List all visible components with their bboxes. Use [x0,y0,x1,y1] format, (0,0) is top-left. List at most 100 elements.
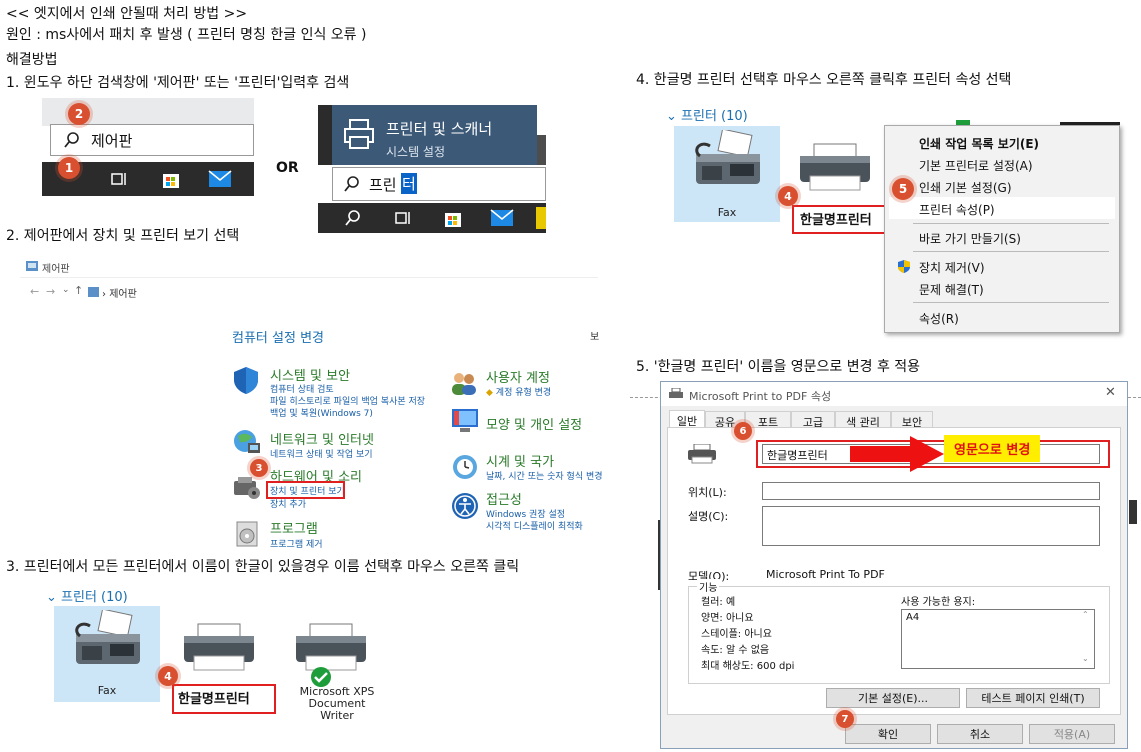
step4-text: 4. 한글명 프린터 선택후 마우스 오른쪽 클릭후 프린터 속성 선택 [636,72,1012,88]
address-text[interactable]: › 제어판 [102,285,137,300]
search-box-left[interactable]: 제어판 [50,124,254,156]
comment-label: 설명(C): [688,510,729,523]
cp-user-accounts[interactable]: 사용자 계정 [486,367,550,386]
highlight-box [172,684,276,714]
printing-preferences-button[interactable]: 기본 설정(E)... [826,688,960,708]
cp-address-bar: ← → ⌄ ↑ › 제어판 [20,281,598,303]
scroll-up-icon[interactable]: ⌃ [1082,610,1089,619]
up-arrow-icon[interactable]: ↑ [74,284,83,297]
solution-heading: 해결방법 [6,52,58,68]
annotation-label: 영문으로 변경 [944,435,1041,462]
dialog-title: Microsoft Print to PDF 속성 [689,390,832,403]
control-panel-window: 제어판 ← → ⌄ ↑ › 제어판 컴퓨터 설정 변경 보 시스템 및 보안 컴… [20,255,603,550]
chevron-down-icon[interactable]: ⌄ [62,285,70,295]
or-label: OR [276,160,299,176]
print-test-page-button[interactable]: 테스트 페이지 인쇄(T) [966,688,1100,708]
location-field[interactable] [762,482,1100,500]
search-text: 제어판 [91,132,133,150]
search-icon [344,176,359,192]
printer-icon [688,444,716,464]
programs-icon [236,521,258,547]
search-icon[interactable] [344,209,362,227]
menu-item-properties[interactable]: 속성(R) [919,310,959,327]
mail-icon[interactable] [490,208,514,228]
search-box-right[interactable]: 프린 터 [332,167,546,201]
paper-item[interactable]: A4 [906,612,919,623]
cp-link[interactable]: ◆ 계정 유형 변경 [486,385,551,398]
highlight-box [792,205,892,234]
menu-item-troubleshoot[interactable]: 문제 해결(T) [919,281,984,298]
printers-scanners-tile[interactable]: 프린터 및 스캐너 시스템 설정 [332,105,537,165]
fax-device[interactable]: Fax [54,606,160,702]
cp-link[interactable]: 네트워크 상태 및 작업 보기 [270,447,373,460]
menu-item-remove-device[interactable]: 장치 제거(V) [919,259,985,276]
feature-item: 최대 해상도: 600 dpi [701,661,795,672]
step-badge-5: 5 [892,178,914,200]
appearance-icon [452,409,478,432]
cp-clock-region[interactable]: 시계 및 국가 [486,451,554,470]
shield-icon [234,367,258,394]
back-arrow-icon[interactable]: ← [30,285,39,298]
cp-link[interactable]: 날짜, 시간 또는 숫자 형식 변경 [486,469,603,482]
fax-label: Fax [97,684,117,697]
feature-item: 양면: 아니요 [701,613,754,624]
features-group: 기능 컬러: 예 양면: 아니요 스테이플: 아니요 속도: 알 수 없음 최대… [688,579,1110,684]
cause-text: 원인 : ms사에서 패치 후 발생 ( 프린터 명칭 한글 인식 오류 ) [6,27,367,43]
cp-accessibility[interactable]: 접근성 [486,489,522,508]
printer-icon [344,119,374,149]
cp-link[interactable]: 프로그램 제거 [270,537,323,550]
menu-item-see-print-queue[interactable]: 인쇄 작업 목록 보기(E) [919,135,1039,152]
tile-subtitle: 시스템 설정 [386,145,446,159]
task-view-icon[interactable] [110,170,128,188]
printer-icon [800,143,870,191]
view-by-label: 보 [590,332,600,343]
fax-device[interactable]: Fax [674,126,780,222]
close-icon[interactable]: ✕ [1105,385,1116,400]
fax-icon [695,130,760,184]
cp-titlebar: 제어판 [20,255,598,278]
printers-section-header[interactable]: ⌄ 프린터 (10) [46,586,128,605]
xps-printer-label[interactable]: Microsoft XPS Document Writer [282,686,392,722]
printer-icon [184,623,254,671]
step-badge-4: 4 [778,186,798,206]
step-badge-4: 4 [158,666,178,686]
menu-item-printer-properties[interactable]: 프린터 속성(P) [919,201,995,218]
cp-appearance[interactable]: 모양 및 개인 설정 [486,414,582,433]
cancel-button[interactable]: 취소 [937,724,1023,744]
step-badge-6: 6 [734,422,752,440]
feature-item: 속도: 알 수 없음 [701,645,770,656]
shield-icon: ◆ [486,388,493,398]
step-badge-7: 7 [836,710,854,728]
printers-heading: 프린터 (10) [681,109,748,124]
menu-item-printing-preferences[interactable]: 인쇄 기본 설정(G) [919,179,1012,196]
apply-button[interactable]: 적용(A) [1029,724,1115,744]
forward-arrow-icon[interactable]: → [46,285,55,298]
step1-text: 1. 윈도우 하단 검색창에 '제어판' 또는 '프린터'입력후 검색 [6,75,350,91]
paper-label: 사용 가능한 용지: [901,597,976,608]
comment-field[interactable] [762,506,1100,546]
menu-item-create-shortcut[interactable]: 바로 가기 만들기(S) [919,230,1021,247]
tab-panel: 한글명프린터 영문으로 변경 위치(L): 설명(C): 모델(O): Micr… [667,427,1121,715]
cp-network-internet[interactable]: 네트워크 및 인터넷 [270,429,374,448]
properties-dialog: Microsoft Print to PDF 속성 ✕ 일반 공유 포트 고급 … [660,381,1128,749]
ok-button[interactable]: 확인 [845,724,931,744]
store-icon[interactable] [442,207,464,229]
cp-link[interactable]: 백업 및 복원(Windows 7) [270,406,373,419]
menu-item-set-default[interactable]: 기본 프린터로 설정(A) [919,157,1033,174]
search-text-selected: 터 [401,173,417,194]
scroll-down-icon[interactable]: ⌄ [1082,654,1089,663]
printers-section-header[interactable]: ⌄ 프린터 (10) [666,105,748,124]
mail-icon[interactable] [208,169,232,189]
model-value: Microsoft Print To PDF [766,568,885,581]
highlight-box [266,481,345,499]
features-label: 기능 [697,579,720,594]
printer-icon [296,623,366,671]
paper-list[interactable]: A4 ⌃ ⌄ [901,609,1095,669]
network-globe-icon [234,430,260,453]
store-icon[interactable] [160,168,182,190]
cp-link[interactable]: 시각적 디스플레이 최적화 [486,519,583,532]
page-title: << 엣지에서 인쇄 안될때 처리 방법 >> [6,6,248,22]
task-view-icon[interactable] [394,209,412,227]
context-menu: 인쇄 작업 목록 보기(E) 기본 프린터로 설정(A) 인쇄 기본 설정(G)… [884,125,1120,333]
cp-programs[interactable]: 프로그램 [270,518,318,537]
